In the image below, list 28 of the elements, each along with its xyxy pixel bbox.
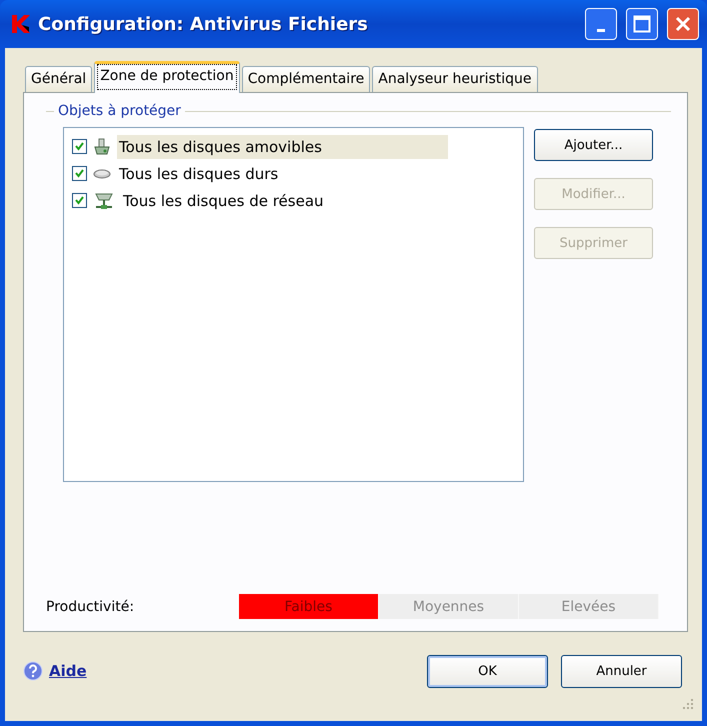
help-link[interactable]: Aide xyxy=(49,662,87,680)
minimize-icon xyxy=(597,28,605,32)
tab[interactable]: Complémentaire xyxy=(242,66,370,92)
cancel-button[interactable]: Annuler xyxy=(561,654,682,688)
close-button[interactable] xyxy=(667,8,699,40)
ok-button[interactable]: OK xyxy=(427,654,548,688)
list-item[interactable]: Tous les disques durs xyxy=(117,162,282,186)
app-logo-icon xyxy=(10,13,32,35)
minimize-button[interactable] xyxy=(585,8,617,40)
checkbox[interactable] xyxy=(72,139,87,154)
add-button[interactable]: Ajouter... xyxy=(534,129,653,161)
removable-drive-icon xyxy=(93,138,111,156)
close-icon xyxy=(675,16,691,32)
maximize-button[interactable] xyxy=(626,8,658,40)
tab[interactable]: Analyseur heuristique xyxy=(372,66,538,92)
maximize-icon xyxy=(633,15,651,33)
list-item[interactable]: Tous les disques de réseau xyxy=(121,188,328,212)
checkbox[interactable] xyxy=(72,193,87,208)
tab[interactable]: Général xyxy=(25,66,92,92)
productivity-label: Productivité: xyxy=(46,598,136,614)
resize-grip-icon[interactable] xyxy=(682,698,694,710)
list-item[interactable]: Tous les disques amovibles xyxy=(117,134,448,158)
network-drive-icon xyxy=(93,192,115,210)
checkbox[interactable] xyxy=(72,166,87,181)
group-title: Objets à protéger xyxy=(58,103,181,119)
help-icon xyxy=(23,661,43,681)
tab[interactable]: Zone de protection xyxy=(94,61,240,93)
window-title: Configuration: Antivirus Fichiers xyxy=(38,14,369,34)
